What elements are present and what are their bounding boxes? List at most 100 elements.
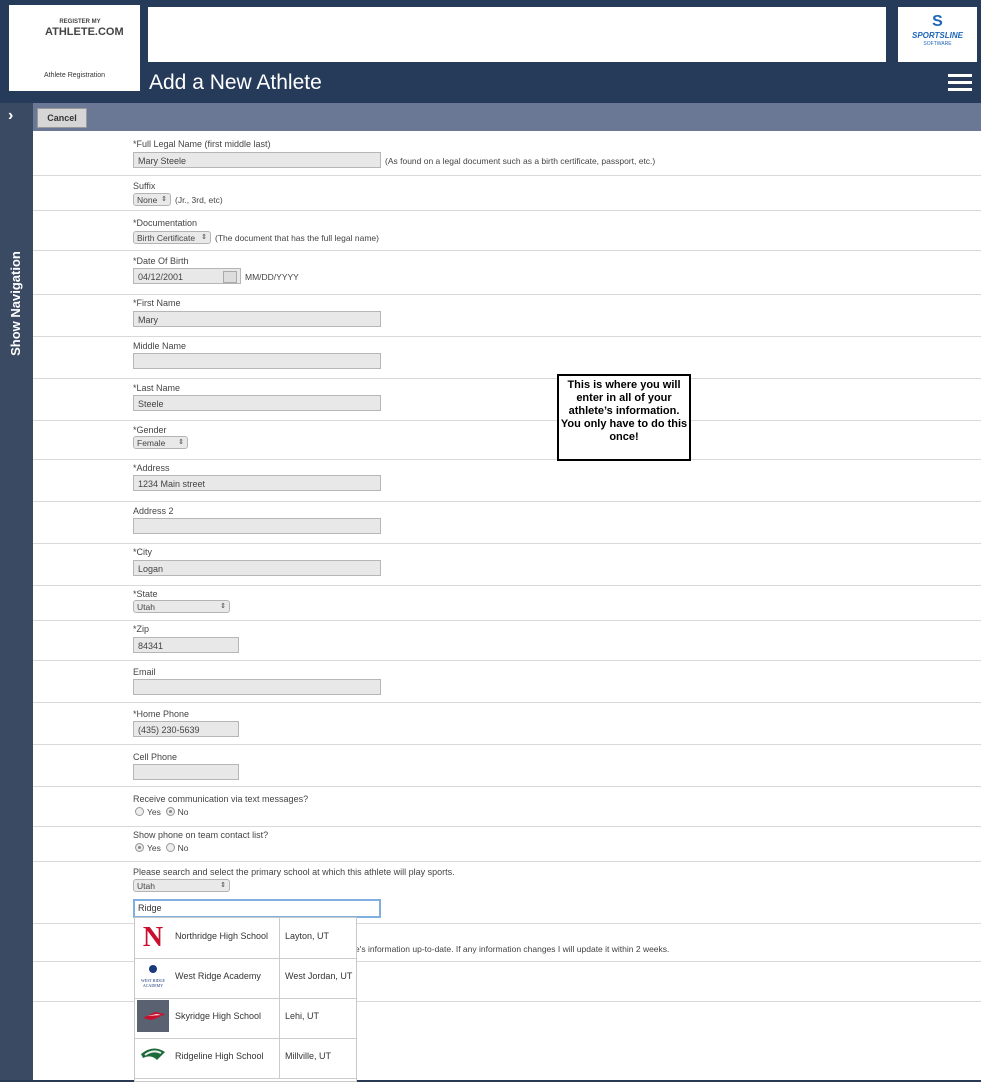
cell-phone-row: Cell Phone [33, 744, 981, 787]
school-location: Lehi, UT [285, 1011, 320, 1021]
last-name-input[interactable]: Steele [133, 395, 381, 411]
school-state-select[interactable]: Utah ⇕ [133, 879, 230, 892]
agreement-text: e's information up-to-date. If any infor… [355, 944, 670, 954]
middle-name-label: Middle Name [133, 341, 187, 351]
gender-row: *Gender Female ⇕ [33, 420, 981, 460]
state-select[interactable]: Utah ⇕ [133, 600, 230, 613]
text-messages-yes-radio[interactable] [135, 807, 144, 816]
suffix-select[interactable]: None ⇕ [133, 193, 171, 206]
school-location: Millville, UT [285, 1051, 331, 1061]
header-banner [148, 7, 886, 62]
navigation-sidebar[interactable]: › Show Navigation [0, 103, 33, 1080]
home-phone-label: *Home Phone [133, 709, 190, 719]
west-ridge-logo-icon: WEST RIDGE ACADEMY [137, 960, 169, 992]
home-phone-row: *Home Phone (435) 230-5639 [33, 702, 981, 745]
show-phone-no-label: No [177, 843, 189, 853]
suffix-label: Suffix [133, 181, 156, 191]
address2-row: Address 2 [33, 501, 981, 544]
sportsline-s-icon: S [932, 13, 943, 30]
gender-select[interactable]: Female ⇕ [133, 436, 188, 449]
full-name-label: *Full Legal Name (first middle last) [133, 139, 271, 149]
zip-input[interactable]: 84341 [133, 637, 239, 653]
full-name-input[interactable]: Mary Steele [133, 152, 381, 168]
documentation-row: *Documentation Birth Certificate ⇕ (The d… [33, 210, 981, 251]
school-name: Skyridge High School [175, 1011, 262, 1021]
sportsline-sub: SOFTWARE [923, 41, 952, 47]
email-input[interactable] [133, 679, 381, 695]
city-row: *City Logan [33, 543, 981, 586]
page-title: Add a New Athlete [149, 71, 322, 94]
school-result-item[interactable]: WEST RIDGE ACADEMY West Ridge Academy Wes… [135, 958, 356, 999]
last-name-label: *Last Name [133, 383, 181, 393]
email-label: Email [133, 667, 156, 677]
school-name: Ridgeline High School [175, 1051, 264, 1061]
show-navigation-label[interactable]: Show Navigation [8, 246, 23, 361]
documentation-label: *Documentation [133, 218, 198, 228]
middle-name-row: Middle Name [33, 336, 981, 379]
show-phone-yes-label: Yes [147, 843, 161, 853]
city-input[interactable]: Logan [133, 560, 381, 576]
email-row: Email [33, 660, 981, 703]
state-label: *State [133, 589, 158, 599]
text-messages-no-label: No [177, 807, 189, 817]
gender-label: *Gender [133, 425, 167, 435]
chevron-right-icon[interactable]: › [8, 107, 13, 125]
text-messages-no-radio[interactable] [165, 807, 175, 816]
address-row: *Address 1234 Main street [33, 459, 981, 502]
middle-name-input[interactable] [133, 353, 381, 369]
zip-label: *Zip [133, 624, 150, 634]
state-row: *State Utah ⇕ [33, 585, 981, 621]
cell-phone-input[interactable] [133, 764, 239, 780]
cell-phone-label: Cell Phone [133, 752, 178, 762]
show-phone-row: Show phone on team contact list? Yes No [33, 826, 981, 862]
school-result-item[interactable]: N Northridge High School Layton, UT [135, 918, 356, 959]
svg-text:ACADEMY: ACADEMY [143, 983, 163, 988]
northridge-logo-icon: N [137, 920, 169, 953]
full-name-hint: (As found on a legal document such as a … [385, 156, 656, 166]
first-name-input[interactable]: Mary [133, 311, 381, 327]
cancel-button[interactable]: Cancel [37, 108, 87, 128]
documentation-hint: (The document that has the full legal na… [215, 233, 379, 243]
app-header: REGISTER MY ATHLETE.COM Athlete Registra… [0, 0, 981, 103]
show-phone-options: Yes No [135, 843, 188, 853]
city-label: *City [133, 547, 153, 557]
show-phone-label: Show phone on team contact list? [133, 830, 269, 840]
text-messages-label: Receive communication via text messages? [133, 794, 309, 804]
sportsline-logo[interactable]: S SPORTSLINE SOFTWARE [898, 7, 977, 62]
home-phone-input[interactable]: (435) 230-5639 [133, 721, 239, 737]
address-label: *Address [133, 463, 170, 473]
register-my-athlete-logo[interactable]: REGISTER MY ATHLETE.COM Athlete Registra… [9, 5, 140, 91]
school-location: Layton, UT [285, 931, 330, 941]
last-name-row: *Last Name Steele [33, 378, 981, 421]
address2-input[interactable] [133, 518, 381, 534]
school-results-dropdown[interactable]: N Northridge High School Layton, UT WEST… [134, 917, 357, 1082]
zip-row: *Zip 84341 [33, 620, 981, 661]
school-name: Northridge High School [175, 931, 269, 941]
school-location: West Jordan, UT [285, 971, 353, 981]
text-messages-row: Receive communication via text messages?… [33, 786, 981, 827]
school-search-input[interactable]: Ridge [133, 899, 381, 918]
text-messages-options: Yes No [135, 807, 188, 817]
text-messages-yes-label: Yes [147, 807, 161, 817]
dob-row: *Date Of Birth 04/12/2001 MM/DD/YYYY [33, 250, 981, 295]
skyridge-logo-icon [137, 1000, 169, 1032]
first-name-row: *First Name Mary [33, 294, 981, 337]
calendar-icon[interactable] [223, 271, 237, 283]
svg-text:N: N [143, 922, 163, 952]
hamburger-menu-icon[interactable] [948, 74, 972, 92]
show-phone-no-radio[interactable] [165, 843, 175, 852]
form-toolbar: Cancel [33, 103, 981, 131]
ridgeline-logo-icon [137, 1040, 169, 1072]
school-result-item[interactable]: Ridgeline High School Millville, UT [135, 1038, 356, 1079]
school-label: Please search and select the primary sch… [133, 867, 455, 877]
dob-label: *Date Of Birth [133, 256, 189, 266]
school-result-item[interactable]: Skyridge High School Lehi, UT [135, 998, 356, 1039]
documentation-select[interactable]: Birth Certificate ⇕ [133, 231, 211, 244]
first-name-label: *First Name [133, 298, 181, 308]
school-name: West Ridge Academy [175, 971, 261, 981]
show-phone-yes-radio[interactable] [135, 843, 144, 852]
sportsline-wordmark: SPORTSLINE [912, 31, 963, 40]
logo-wordmark: REGISTER MY ATHLETE.COM [45, 19, 124, 38]
instruction-callout: This is where you will enter in all of y… [557, 374, 691, 461]
address-input[interactable]: 1234 Main street [133, 475, 381, 491]
